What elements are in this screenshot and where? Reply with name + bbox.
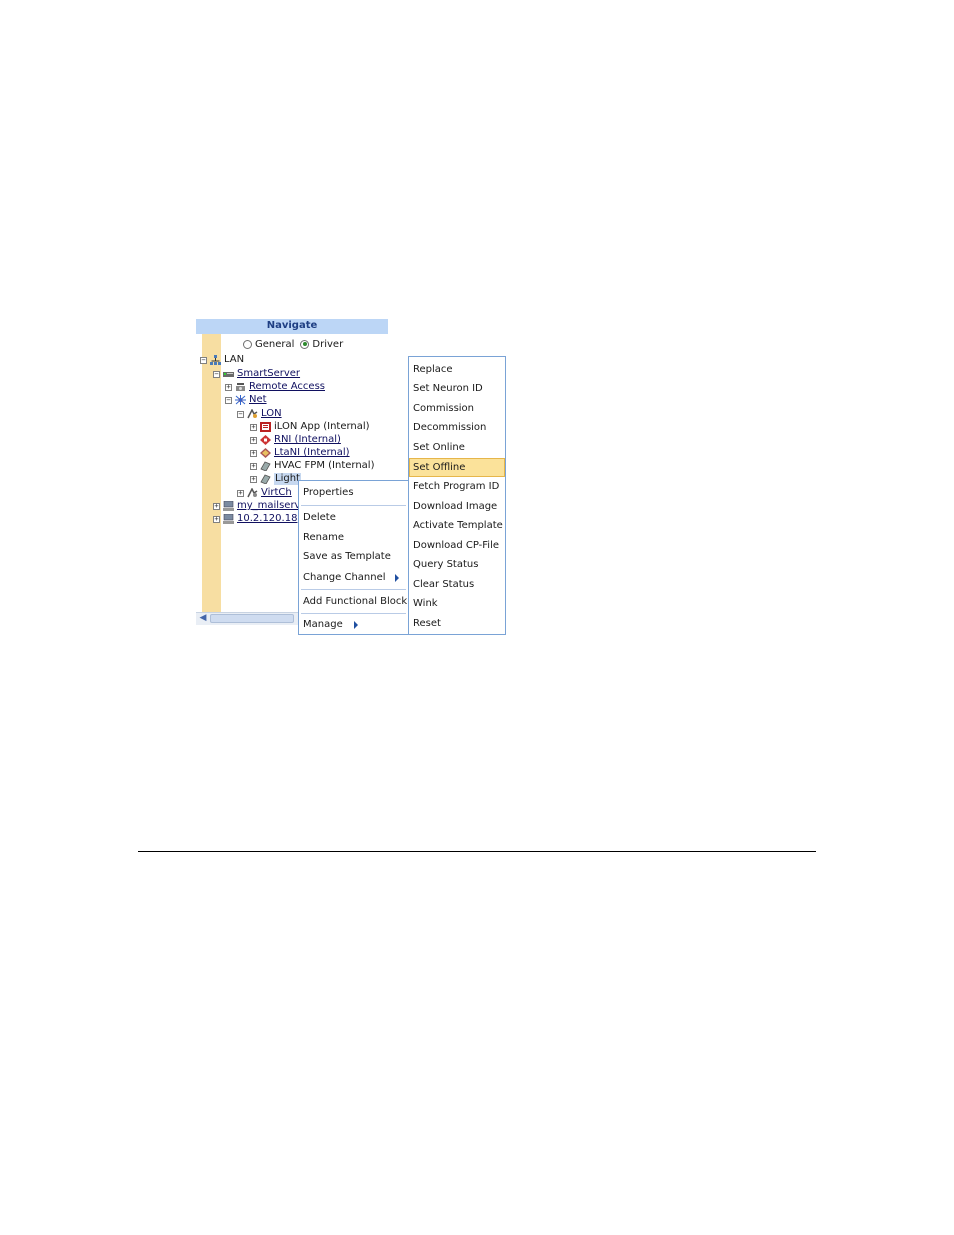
tree-label-ip[interactable]: 10.2.120.18 xyxy=(237,513,297,525)
expand-icon[interactable]: + xyxy=(213,515,220,523)
radio-driver-label: Driver xyxy=(312,338,344,350)
channel-icon xyxy=(247,409,258,419)
manage-submenu: Replace Set Neuron ID Commission Decommi… xyxy=(408,356,506,635)
submenu-item-download-image[interactable]: Download Image xyxy=(409,497,505,516)
network-icon xyxy=(235,395,246,405)
navigate-header: Navigate xyxy=(196,319,388,334)
tree-node-net[interactable]: − Net xyxy=(225,394,267,406)
submenu-item-set-online[interactable]: Set Online xyxy=(409,438,505,457)
radio-general[interactable] xyxy=(243,339,252,349)
expand-icon[interactable]: + xyxy=(250,449,257,457)
menu-item-properties[interactable]: Properties xyxy=(299,483,408,502)
tree-node-ilon-app[interactable]: + iLON App (Internal) xyxy=(250,421,370,433)
submenu-item-set-neuron-id[interactable]: Set Neuron ID xyxy=(409,379,505,398)
menu-item-change-channel[interactable]: Change Channel xyxy=(299,568,408,587)
device-icon xyxy=(260,474,271,484)
rni-device-icon xyxy=(260,435,271,445)
expand-icon[interactable]: + xyxy=(250,436,257,444)
computer-icon xyxy=(223,514,234,524)
computer-icon xyxy=(223,501,234,511)
menu-separator xyxy=(301,505,406,506)
collapse-icon[interactable]: − xyxy=(213,370,220,378)
menu-item-save-as-template[interactable]: Save as Template xyxy=(299,547,408,566)
tree-node-ip[interactable]: + 10.2.120.18 xyxy=(213,513,297,525)
tree-node-remote-access[interactable]: + Remote Access xyxy=(225,381,325,393)
ltani-device-icon xyxy=(260,448,271,458)
collapse-icon[interactable]: − xyxy=(237,410,244,418)
tree-label-rni[interactable]: RNI (Internal) xyxy=(274,434,341,446)
submenu-item-wink[interactable]: Wink xyxy=(409,594,505,613)
view-mode-radio-group: General Driver xyxy=(243,338,347,350)
menu-item-manage-label: Manage xyxy=(303,619,343,630)
submenu-arrow-icon xyxy=(354,621,358,629)
tree-label-lan: LAN xyxy=(224,354,245,365)
submenu-item-query-status[interactable]: Query Status xyxy=(409,555,505,574)
tree-node-ltani[interactable]: + LtaNI (Internal) xyxy=(250,447,350,459)
tree-label-remote-access[interactable]: Remote Access xyxy=(249,381,325,393)
tree-node-lon[interactable]: − LON xyxy=(237,408,282,420)
menu-item-add-functional-block[interactable]: Add Functional Block xyxy=(299,592,408,611)
horizontal-rule xyxy=(138,851,816,852)
tree-node-rni[interactable]: + RNI (Internal) xyxy=(250,434,341,446)
tree-node-hvac[interactable]: + HVAC FPM (Internal) xyxy=(250,460,374,472)
virtual-channel-icon xyxy=(247,488,258,498)
context-menu: Properties Delete Rename Save as Templat… xyxy=(298,480,409,635)
tree-node-virtch[interactable]: + VirtCh xyxy=(237,487,292,499)
scroll-left-arrow-icon[interactable]: ◀ xyxy=(198,613,208,624)
expand-icon[interactable]: + xyxy=(225,383,232,391)
tree-label-ilon-app[interactable]: iLON App (Internal) xyxy=(274,421,370,433)
submenu-item-set-offline[interactable]: Set Offline xyxy=(409,458,505,477)
menu-item-change-channel-label: Change Channel xyxy=(303,572,386,583)
menu-item-rename[interactable]: Rename xyxy=(299,528,408,547)
submenu-item-replace[interactable]: Replace xyxy=(409,360,505,379)
tree-node-light[interactable]: + Light xyxy=(250,473,301,485)
collapse-icon[interactable]: − xyxy=(225,396,232,404)
tree-label-mailserv[interactable]: my_mailserv xyxy=(237,500,300,512)
menu-item-manage[interactable]: Manage xyxy=(299,615,408,634)
expand-icon[interactable]: + xyxy=(250,462,257,470)
expand-icon[interactable]: + xyxy=(237,489,244,497)
tree-node-mailserv[interactable]: + my_mailserv xyxy=(213,500,300,512)
menu-separator xyxy=(301,613,406,614)
tree-label-net[interactable]: Net xyxy=(249,394,267,406)
server-icon xyxy=(223,372,234,377)
collapse-icon[interactable]: − xyxy=(200,356,207,364)
tree-label-lon[interactable]: LON xyxy=(261,408,282,420)
tree-node-lan[interactable]: − LAN xyxy=(200,354,244,366)
device-icon xyxy=(260,461,271,471)
submenu-item-clear-status[interactable]: Clear Status xyxy=(409,575,505,594)
tree-label-ltani[interactable]: LtaNI (Internal) xyxy=(274,447,350,459)
tree-label-virtch[interactable]: VirtCh xyxy=(261,487,292,499)
radio-general-label: General xyxy=(255,338,295,350)
expand-icon[interactable]: + xyxy=(213,502,220,510)
radio-driver[interactable] xyxy=(300,339,310,349)
menu-item-delete[interactable]: Delete xyxy=(299,508,408,527)
submenu-item-reset[interactable]: Reset xyxy=(409,614,505,633)
phone-icon xyxy=(236,383,245,391)
submenu-item-decommission[interactable]: Decommission xyxy=(409,418,505,437)
expand-icon[interactable]: + xyxy=(250,475,257,483)
submenu-item-activate-template[interactable]: Activate Template xyxy=(409,516,505,535)
submenu-item-commission[interactable]: Commission xyxy=(409,399,505,418)
submenu-item-download-cp-file[interactable]: Download CP-File xyxy=(409,536,505,555)
tree-label-light[interactable]: Light xyxy=(274,473,301,485)
menu-separator xyxy=(301,589,406,590)
submenu-item-fetch-program-id[interactable]: Fetch Program ID xyxy=(409,477,505,496)
lan-network-icon xyxy=(210,355,221,365)
tree-label-smartserver[interactable]: SmartServer xyxy=(237,368,300,380)
tree-label-hvac[interactable]: HVAC FPM (Internal) xyxy=(274,460,374,472)
tree-node-smartserver[interactable]: − SmartServer xyxy=(213,368,300,380)
scrollbar-thumb[interactable] xyxy=(210,614,294,623)
submenu-arrow-icon xyxy=(395,574,399,582)
app-device-icon xyxy=(260,422,271,432)
expand-icon[interactable]: + xyxy=(250,423,257,431)
